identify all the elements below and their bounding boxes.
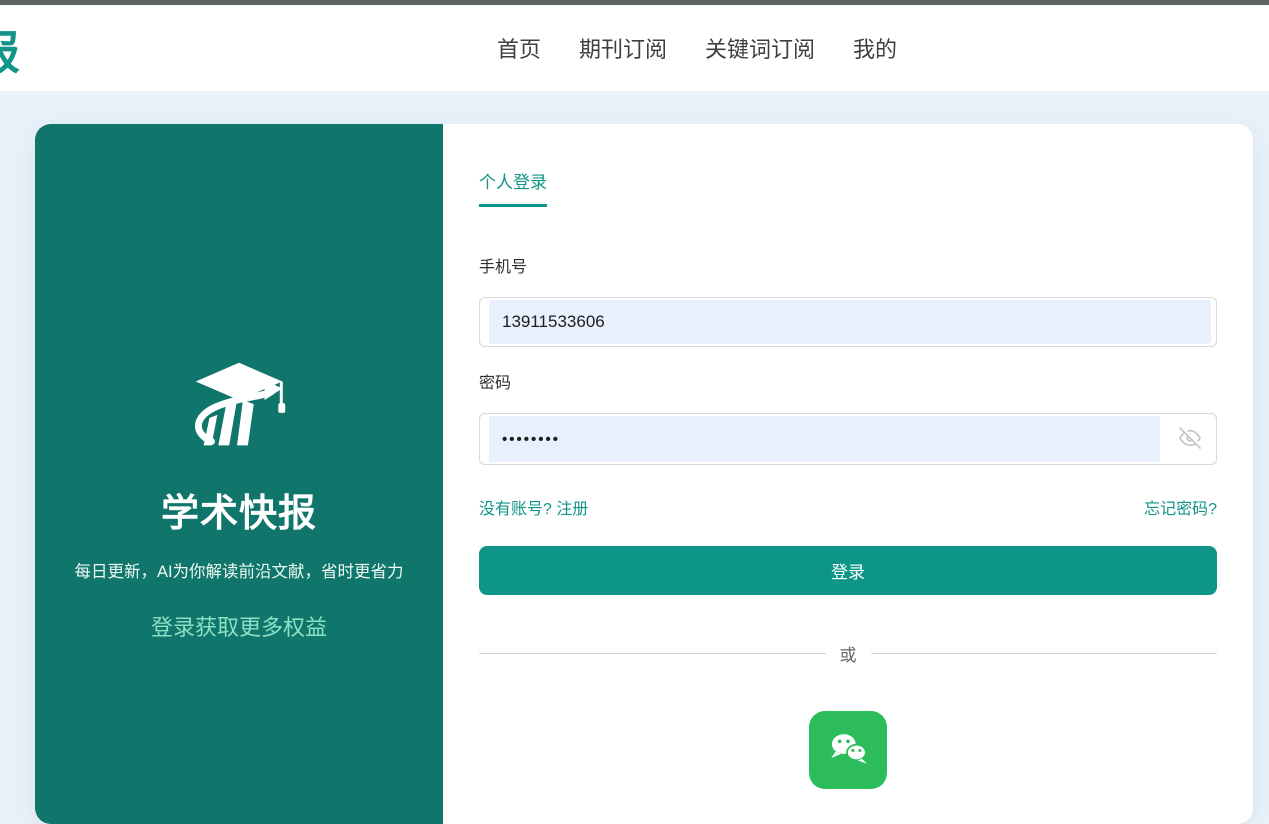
nav-item-mine[interactable]: 我的 xyxy=(853,32,897,64)
nav-item-journal-subscription[interactable]: 期刊订阅 xyxy=(579,32,667,64)
login-benefits-text[interactable]: 登录获取更多权益 xyxy=(35,610,443,642)
password-label: 密码 xyxy=(479,369,1217,393)
social-login-row xyxy=(479,711,1217,789)
brand-title: 学术快报 xyxy=(35,482,443,537)
site-header: 学术快报 首页 期刊订阅 关键词订阅 我的 xyxy=(0,5,1269,91)
wechat-login-button[interactable] xyxy=(809,711,887,789)
hero-panel: 学术快报 每日更新，AI为你解读前沿文献，省时更省力 登录获取更多权益 xyxy=(35,124,443,824)
password-input[interactable] xyxy=(480,414,1216,464)
or-divider: 或 xyxy=(479,641,1217,666)
password-field-wrap xyxy=(479,413,1217,465)
auxiliary-links-row: 没有账号? 注册 忘记密码? xyxy=(479,495,1217,519)
tab-personal-login[interactable]: 个人登录 xyxy=(479,168,547,207)
site-logo[interactable]: 学术快报 xyxy=(0,17,20,83)
nav-item-home[interactable]: 首页 xyxy=(497,32,541,64)
eye-off-icon xyxy=(1179,427,1201,452)
login-form-panel: 个人登录 手机号 密码 没有账号? 注册 xyxy=(443,124,1253,824)
phone-input[interactable] xyxy=(480,298,1216,346)
register-link[interactable]: 没有账号? 注册 xyxy=(479,495,588,519)
forgot-password-link[interactable]: 忘记密码? xyxy=(1144,495,1217,519)
login-button[interactable]: 登录 xyxy=(479,546,1217,595)
phone-field-wrap xyxy=(479,297,1217,347)
wechat-icon xyxy=(820,721,876,780)
toggle-password-visibility-button[interactable] xyxy=(1177,426,1203,452)
divider-line xyxy=(479,653,826,654)
divider-text: 或 xyxy=(840,641,857,666)
phone-label: 手机号 xyxy=(479,253,1217,277)
graduation-cap-icon xyxy=(35,349,443,472)
divider-line xyxy=(871,653,1218,654)
login-card: 学术快报 每日更新，AI为你解读前沿文献，省时更省力 登录获取更多权益 个人登录… xyxy=(35,124,1253,824)
main-nav: 首页 期刊订阅 关键词订阅 我的 xyxy=(497,32,897,64)
nav-item-keyword-subscription[interactable]: 关键词订阅 xyxy=(705,32,815,64)
brand-tagline: 每日更新，AI为你解读前沿文献，省时更省力 xyxy=(74,559,404,586)
